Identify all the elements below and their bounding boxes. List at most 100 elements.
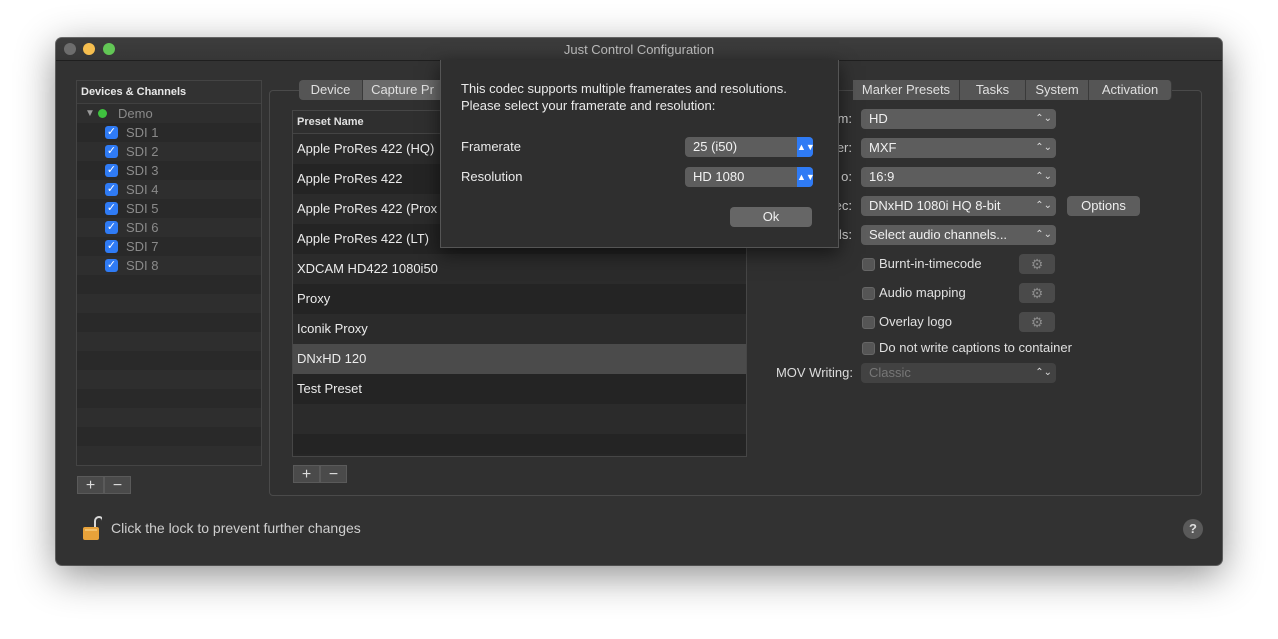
- channel-label: SDI 6: [126, 220, 159, 235]
- remove-preset-button[interactable]: −: [320, 465, 347, 483]
- devices-panel: Devices & Channels ▼ Demo ✓ SDI 1 ✓ SDI 2 …: [76, 80, 262, 466]
- framerate-popup[interactable]: 25 (i50) ▲▼: [685, 137, 815, 157]
- channel-row[interactable]: ✓ SDI 2: [77, 142, 261, 161]
- channel-row[interactable]: ✓ SDI 3: [77, 161, 261, 180]
- chevron-updown-icon: ⌃⌄: [1035, 142, 1052, 153]
- empty-row: [77, 275, 261, 294]
- lock-icon[interactable]: [82, 515, 102, 541]
- wrapper-value: MXF: [869, 140, 897, 155]
- sheet-message: This codec supports multiple framerates …: [461, 80, 787, 114]
- resolution-popup[interactable]: HD 1080 ▲▼: [685, 167, 815, 187]
- empty-row: [77, 351, 261, 370]
- channel-checkbox[interactable]: ✓: [105, 126, 118, 139]
- tab-marker-presets[interactable]: Marker Presets: [853, 80, 960, 100]
- resolution-label: Resolution: [461, 169, 523, 184]
- format-value: HD: [869, 111, 888, 126]
- chevron-updown-icon: ▲▼: [797, 137, 815, 157]
- tab-activation[interactable]: Activation: [1089, 80, 1172, 100]
- preset-row[interactable]: Test Preset: [293, 374, 746, 404]
- chevron-updown-icon: ⌃⌄: [1035, 229, 1052, 240]
- channel-checkbox[interactable]: ✓: [105, 240, 118, 253]
- channel-row[interactable]: ✓ SDI 4: [77, 180, 261, 199]
- audio-mapping-checkbox[interactable]: [862, 287, 875, 300]
- ok-button[interactable]: Ok: [730, 207, 812, 227]
- channel-label: SDI 7: [126, 239, 159, 254]
- channel-row[interactable]: ✓ SDI 6: [77, 218, 261, 237]
- help-button[interactable]: ?: [1183, 519, 1203, 539]
- device-group-demo[interactable]: ▼ Demo: [77, 104, 261, 123]
- chevron-updown-icon: ⌃⌄: [1035, 171, 1052, 182]
- empty-row: [77, 294, 261, 313]
- mov-writing-value: Classic: [869, 365, 911, 380]
- empty-row: [77, 313, 261, 332]
- aspect-value: 16:9: [869, 169, 895, 184]
- chevron-updown-icon: ▲▼: [797, 167, 815, 187]
- audio-channels-popup[interactable]: Select audio channels... ⌃⌄: [861, 225, 1056, 245]
- framerate-resolution-sheet: This codec supports multiple framerates …: [440, 60, 839, 248]
- chevron-updown-icon: ⌃⌄: [1035, 367, 1052, 378]
- channel-label: SDI 4: [126, 182, 159, 197]
- tab-system[interactable]: System: [1026, 80, 1089, 100]
- codec-popup[interactable]: DNxHD 1080i HQ 8-bit ⌃⌄: [861, 196, 1056, 216]
- channel-row[interactable]: ✓ SDI 1: [77, 123, 261, 142]
- chevron-updown-icon: ⌃⌄: [1035, 200, 1052, 211]
- audio-channels-value: Select audio channels...: [869, 227, 1008, 242]
- device-group-label: Demo: [118, 106, 153, 121]
- channel-row[interactable]: ✓ SDI 5: [77, 199, 261, 218]
- channel-checkbox[interactable]: ✓: [105, 259, 118, 272]
- tab-tasks[interactable]: Tasks: [960, 80, 1026, 100]
- chevron-updown-icon: ⌃⌄: [1035, 113, 1052, 124]
- gear-icon[interactable]: ⚙: [1019, 283, 1055, 303]
- framerate-label: Framerate: [461, 139, 521, 154]
- preset-row[interactable]: XDCAM HD422 1080i50: [293, 254, 746, 284]
- sheet-message-line-2: Please select your framerate and resolut…: [461, 98, 716, 113]
- captions-label: Do not write captions to container: [879, 340, 1072, 355]
- channel-checkbox[interactable]: ✓: [105, 164, 118, 177]
- mov-writing-label: MOV Writing:: [775, 365, 853, 380]
- preset-row[interactable]: Iconik Proxy: [293, 314, 746, 344]
- channel-label: SDI 8: [126, 258, 159, 273]
- resolution-value: HD 1080: [693, 169, 745, 184]
- channel-label: SDI 2: [126, 144, 159, 159]
- add-preset-button[interactable]: +: [293, 465, 320, 483]
- empty-row: [77, 427, 261, 446]
- framerate-value: 25 (i50): [693, 139, 738, 154]
- lock-message: Click the lock to prevent further change…: [111, 520, 361, 536]
- channel-row[interactable]: ✓ SDI 8: [77, 256, 261, 275]
- status-dot-icon: [98, 109, 107, 118]
- tab-device[interactable]: Device: [299, 80, 363, 100]
- format-popup[interactable]: HD ⌃⌄: [861, 109, 1056, 129]
- channel-checkbox[interactable]: ✓: [105, 202, 118, 215]
- aspect-popup[interactable]: 16:9 ⌃⌄: [861, 167, 1056, 187]
- empty-row: [77, 389, 261, 408]
- gear-icon[interactable]: ⚙: [1019, 312, 1055, 332]
- disclosure-triangle-icon[interactable]: ▼: [85, 104, 95, 123]
- add-device-button[interactable]: +: [77, 476, 104, 494]
- channel-checkbox[interactable]: ✓: [105, 221, 118, 234]
- tab-capture-presets[interactable]: Capture Pr: [363, 80, 443, 100]
- empty-row: [293, 434, 746, 454]
- devices-header: Devices & Channels: [77, 81, 261, 104]
- captions-checkbox[interactable]: [862, 342, 875, 355]
- empty-row: [77, 332, 261, 351]
- channel-checkbox[interactable]: ✓: [105, 183, 118, 196]
- channel-checkbox[interactable]: ✓: [105, 145, 118, 158]
- wrapper-popup[interactable]: MXF ⌃⌄: [861, 138, 1056, 158]
- preset-row[interactable]: Proxy: [293, 284, 746, 314]
- options-button[interactable]: Options: [1067, 196, 1140, 216]
- gear-icon[interactable]: ⚙: [1019, 254, 1055, 274]
- codec-value: DNxHD 1080i HQ 8-bit: [869, 198, 1001, 213]
- empty-row: [77, 446, 261, 465]
- burnt-in-timecode-label: Burnt-in-timecode: [879, 256, 982, 271]
- overlay-logo-checkbox[interactable]: [862, 316, 875, 329]
- sheet-message-line-1: This codec supports multiple framerates …: [461, 81, 787, 96]
- empty-row: [77, 370, 261, 389]
- burnt-in-timecode-checkbox[interactable]: [862, 258, 875, 271]
- remove-device-button[interactable]: −: [104, 476, 131, 494]
- preset-row-selected[interactable]: DNxHD 120: [293, 344, 746, 374]
- title-bar: Just Control Configuration: [56, 38, 1222, 61]
- channel-row[interactable]: ✓ SDI 7: [77, 237, 261, 256]
- channel-label: SDI 5: [126, 201, 159, 216]
- empty-row: [77, 408, 261, 427]
- mov-writing-popup: Classic ⌃⌄: [861, 363, 1056, 383]
